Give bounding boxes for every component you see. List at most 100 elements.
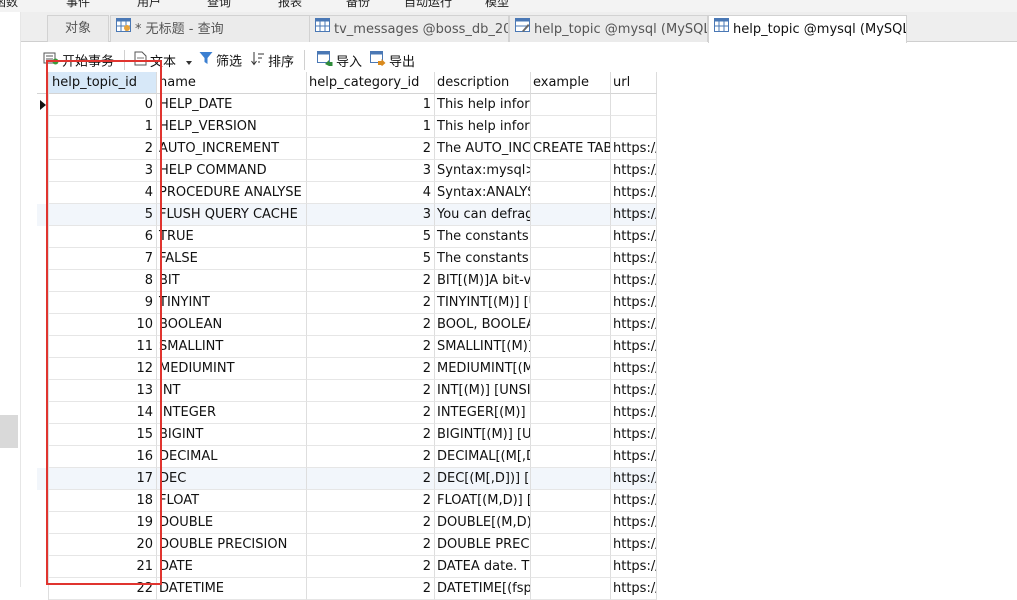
cell-name[interactable]: TRUE (157, 226, 307, 248)
table-row[interactable]: 18FLOAT2FLOAT[(M,D)] [U https:// (37, 490, 657, 512)
row-indicator[interactable] (37, 270, 49, 292)
cell-description[interactable]: DATEA date. The (435, 556, 531, 578)
cell-name[interactable]: HELP_DATE (157, 94, 307, 116)
cell-help-category-id[interactable]: 2 (307, 534, 435, 556)
cell-example[interactable] (531, 424, 611, 446)
cell-url[interactable]: https:// (611, 248, 657, 270)
cell-example[interactable] (531, 270, 611, 292)
cell-example[interactable] (531, 314, 611, 336)
column-header-url[interactable]: url (611, 72, 657, 94)
cell-example[interactable] (531, 336, 611, 358)
cell-help-topic-id[interactable]: 8 (49, 270, 157, 292)
cell-help-category-id[interactable]: 2 (307, 292, 435, 314)
cell-name[interactable]: SMALLINT (157, 336, 307, 358)
cell-name[interactable]: INT (157, 380, 307, 402)
row-indicator[interactable] (37, 424, 49, 446)
menu-item-query[interactable]: 查询 (207, 0, 231, 10)
cell-url[interactable]: https:// (611, 314, 657, 336)
cell-name[interactable]: INTEGER (157, 402, 307, 424)
table-row[interactable]: 8 BIT 2 BIT[(M)]A bit-va https:// (37, 270, 657, 292)
row-indicator[interactable] (37, 512, 49, 534)
table-row[interactable]: 4PROCEDURE ANALYSE4Syntax:ANALYSEhttps:/… (37, 182, 657, 204)
cell-description[interactable]: This help inform (435, 116, 531, 138)
cell-help-topic-id[interactable]: 14 (49, 402, 157, 424)
cell-help-topic-id[interactable]: 3 (49, 160, 157, 182)
column-header-help-category-id[interactable]: help_category_id (307, 72, 435, 94)
cell-description[interactable]: INTEGER[(M)] [L (435, 402, 531, 424)
cell-url[interactable]: https:// (611, 446, 657, 468)
cell-description[interactable]: Syntax:ANALYSE (435, 182, 531, 204)
cell-name[interactable]: DATE (157, 556, 307, 578)
cell-example[interactable] (531, 380, 611, 402)
cell-help-topic-id[interactable]: 19 (49, 512, 157, 534)
cell-example[interactable] (531, 248, 611, 270)
cell-description[interactable]: MEDIUMINT[(M (435, 358, 531, 380)
cell-description[interactable]: DATETIME[(fsp) (435, 578, 531, 600)
table-row[interactable]: 10 BOOLEAN 2 BOOL, BOOLEAI https:// (37, 314, 657, 336)
cell-help-topic-id[interactable]: 6 (49, 226, 157, 248)
cell-help-category-id[interactable]: 1 (307, 94, 435, 116)
export-button[interactable]: 导出 (370, 51, 415, 70)
cell-example[interactable] (531, 358, 611, 380)
cell-example[interactable] (531, 512, 611, 534)
menu-item-reports[interactable]: 报表 (278, 0, 302, 10)
table-row[interactable]: 19 DOUBLE 2 DOUBLE[(M,D)] https:// (37, 512, 657, 534)
cell-help-category-id[interactable]: 2 (307, 402, 435, 424)
cell-help-topic-id[interactable]: 7 (49, 248, 157, 270)
row-indicator[interactable] (37, 248, 49, 270)
cell-url[interactable]: https:// (611, 336, 657, 358)
cell-name[interactable]: DOUBLE PRECISION (157, 534, 307, 556)
cell-url[interactable]: https:// (611, 578, 657, 600)
cell-help-topic-id[interactable]: 18 (49, 490, 157, 512)
cell-description[interactable]: This help inform (435, 94, 531, 116)
menu-item-automation[interactable]: 自动运行 (404, 0, 452, 10)
cell-url[interactable]: https:// (611, 468, 657, 490)
table-row[interactable]: 11 SMALLINT 2 SMALLINT[(M)] https:// (37, 336, 657, 358)
cell-name[interactable]: AUTO_INCREMENT (157, 138, 307, 160)
cell-help-topic-id[interactable]: 13 (49, 380, 157, 402)
cell-example[interactable] (531, 490, 611, 512)
filter-button[interactable]: 筛选 (199, 51, 242, 70)
cell-help-category-id[interactable]: 2 (307, 380, 435, 402)
cell-description[interactable]: SMALLINT[(M)] (435, 336, 531, 358)
cell-name[interactable]: FLOAT (157, 490, 307, 512)
cell-help-category-id[interactable]: 2 (307, 336, 435, 358)
cell-name[interactable]: HELP COMMAND (157, 160, 307, 182)
table-row[interactable]: 17DEC2DEC[(M[,D])] [UI https:// (37, 468, 657, 490)
cell-url[interactable]: https:// (611, 160, 657, 182)
cell-help-topic-id[interactable]: 0 (49, 94, 157, 116)
table-row[interactable]: 22 DATETIME 2 DATETIME[(fsp) https:// (37, 578, 657, 600)
tab-help-topic-design[interactable]: help_topic @mysql (MySQL... (509, 15, 708, 42)
row-indicator[interactable] (37, 138, 49, 160)
cell-example[interactable] (531, 446, 611, 468)
table-row[interactable]: 12 MEDIUMINT 2 MEDIUMINT[(M https:// (37, 358, 657, 380)
cell-help-category-id[interactable]: 2 (307, 446, 435, 468)
cell-help-topic-id[interactable]: 5 (49, 204, 157, 226)
cell-help-category-id[interactable]: 2 (307, 490, 435, 512)
table-row[interactable]: 20DOUBLE PRECISION2DOUBLE PRECIS https:// (37, 534, 657, 556)
cell-help-category-id[interactable]: 3 (307, 204, 435, 226)
cell-example[interactable] (531, 534, 611, 556)
row-indicator[interactable] (37, 534, 49, 556)
cell-name[interactable]: DECIMAL (157, 446, 307, 468)
cell-description[interactable]: DEC[(M[,D])] [UI (435, 468, 531, 490)
cell-example[interactable] (531, 226, 611, 248)
tab-untitled-query[interactable]: * 无标题 - 查询 (110, 15, 328, 42)
cell-example[interactable] (531, 116, 611, 138)
cell-help-category-id[interactable]: 2 (307, 424, 435, 446)
cell-help-topic-id[interactable]: 12 (49, 358, 157, 380)
table-row[interactable]: 1HELP_VERSION1This help inform (37, 116, 657, 138)
menu-item-users[interactable]: 用户 (137, 0, 161, 10)
cell-help-topic-id[interactable]: 1 (49, 116, 157, 138)
table-row[interactable]: 3HELP COMMAND3Syntax:mysql> hhttps:// (37, 160, 657, 182)
cell-url[interactable]: https:// (611, 292, 657, 314)
cell-example[interactable] (531, 94, 611, 116)
menu-item-model[interactable]: 模型 (485, 0, 509, 10)
cell-help-topic-id[interactable]: 22 (49, 578, 157, 600)
text-view-button[interactable]: 文本 (134, 51, 193, 70)
cell-name[interactable]: MEDIUMINT (157, 358, 307, 380)
cell-url[interactable]: https:// (611, 490, 657, 512)
cell-name[interactable]: BIT (157, 270, 307, 292)
row-indicator[interactable] (37, 94, 49, 116)
cell-help-topic-id[interactable]: 11 (49, 336, 157, 358)
